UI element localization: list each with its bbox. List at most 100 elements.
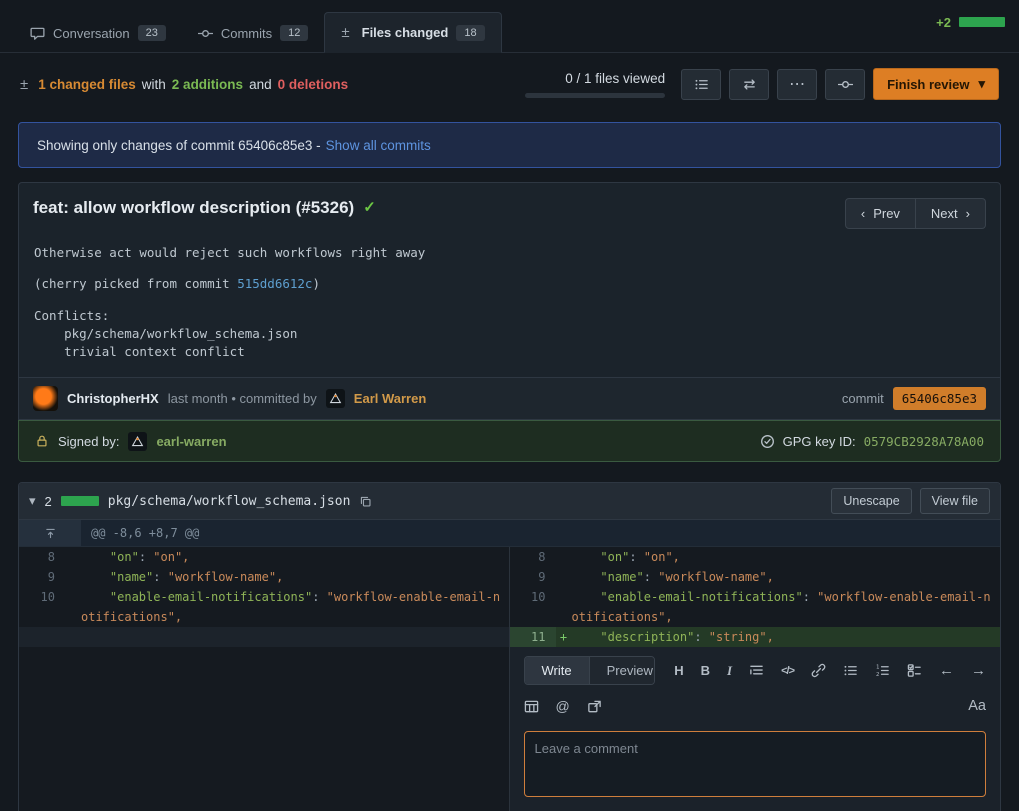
diff-icon: ± [20,76,28,93]
expand-hunk-button[interactable] [19,520,81,546]
diffstat-additions: +2 [936,15,951,30]
file-diff-header: ▾ 2 pkg/schema/workflow_schema.json Unes… [19,483,1000,520]
line-number[interactable]: 11 [510,627,556,647]
cherry-commit-link[interactable]: 515dd6612c [237,276,312,291]
file-tree-toggle-button[interactable] [681,69,721,100]
addition-marker: + [556,627,572,647]
author-avatar[interactable] [33,386,58,411]
committer-avatar[interactable] [326,389,345,408]
italic-icon[interactable]: I [727,663,732,679]
commit-panel: feat: allow workflow description (#5326)… [18,182,1001,420]
signer-avatar[interactable] [128,432,147,451]
author-name[interactable]: ChristopherHX [67,391,159,406]
conflict-note: trivial context conflict [34,344,985,360]
diff-row: 9 "name": "workflow-name", 9 "name": "wo… [19,567,1000,587]
line-number[interactable]: 9 [19,567,65,587]
check-circle-icon [760,434,775,449]
commit-message-body: Otherwise act would reject such workflow… [19,229,1000,362]
conflict-file: pkg/schema/workflow_schema.json [34,326,985,342]
finish-review-button[interactable]: Finish review ▾ [873,68,999,100]
diff-left-filler [19,647,510,811]
comment-input[interactable] [524,731,987,797]
commit-status-check-icon[interactable]: ✓ [363,198,376,216]
commit-filter-banner: Showing only changes of commit 65406c85e… [18,122,1001,168]
ellipsis-icon: ⋯ [789,74,805,94]
tab-preview[interactable]: Preview [589,657,656,684]
list-unordered-icon[interactable] [843,663,858,678]
gpg-key-value: 0579CB2928A78A00 [864,434,984,449]
finish-review-label: Finish review [887,77,969,92]
bold-icon[interactable]: B [701,663,710,678]
code-line: "description": "string", [572,627,1001,647]
inline-comment-editor: Write Preview H B I </> [510,647,1001,811]
code-line: "on": "on", [572,547,1001,567]
diff-row: 10 "enable-email-notifications": "workfl… [19,587,1000,627]
list-task-icon[interactable] [907,663,922,678]
conflicts-header: Conflicts: [34,308,985,324]
quote-icon[interactable] [749,663,764,678]
line-number[interactable]: 9 [510,567,556,587]
tab-files-changed[interactable]: ± Files changed 18 [324,12,501,53]
heading-icon[interactable]: H [674,663,683,678]
prev-commit-button[interactable]: ‹ Prev [845,198,916,229]
chevron-left-icon: ‹ [861,206,865,221]
copy-path-icon[interactable] [359,495,372,508]
collapse-chevron-icon[interactable]: ▾ [29,493,36,509]
tab-label: Commits [221,26,272,41]
view-file-button[interactable]: View file [920,488,990,514]
diff-row-addition: 11 + "description": "string", [19,627,1000,647]
empty-line-filler [19,627,510,647]
commits-button[interactable] [825,69,865,100]
unescape-button[interactable]: Unescape [831,488,911,514]
signed-by-label: Signed by: [58,434,119,449]
line-number[interactable]: 8 [510,547,556,567]
additions-text: 2 additions [172,77,243,92]
diff-icon: ± [341,24,349,41]
arrow-left-icon[interactable]: ← [939,662,954,679]
tab-count-badge: 23 [138,25,166,41]
committer-name[interactable]: Earl Warren [354,391,427,406]
code-line: "name": "workflow-name", [572,567,1001,587]
signature-bar: Signed by: earl-warren GPG key ID: 0579C… [18,420,1001,462]
signer-name[interactable]: earl-warren [156,434,226,449]
tab-write[interactable]: Write [525,657,589,684]
list-ordered-icon[interactable]: 12 [875,663,890,678]
table-icon[interactable] [524,699,539,714]
changes-summary-row: ± 1 changed files with 2 additions and 0… [0,53,1019,115]
hunk-header-row: @@ -8,6 +8,7 @@ [19,520,1000,547]
show-all-commits-link[interactable]: Show all commits [326,138,431,153]
line-number[interactable]: 10 [510,587,556,627]
link-icon[interactable] [811,663,826,678]
plain-text-toggle[interactable]: Aa [968,698,986,714]
code-line: "on": "on", [81,547,509,567]
tab-commits[interactable]: Commits 12 [182,14,325,52]
arrow-right-icon[interactable]: → [971,662,986,679]
caret-down-icon: ▾ [978,76,985,92]
banner-text: Showing only changes of commit 65406c85e… [37,138,321,153]
line-number[interactable]: 8 [19,547,65,567]
next-commit-button[interactable]: Next › [916,198,986,229]
tab-conversation[interactable]: Conversation 23 [14,14,182,52]
whitespace-swap-button[interactable] [729,69,769,100]
svg-text:1: 1 [876,665,879,671]
file-change-count: 2 [45,494,52,509]
svg-text:2: 2 [876,672,879,678]
files-viewed-progress [525,93,665,98]
reference-icon[interactable] [587,699,602,714]
commit-label: commit [842,391,884,406]
gpg-key-label: GPG key ID: [783,434,856,449]
commit-hash-badge[interactable]: 65406c85e3 [893,387,986,410]
diff-options-button[interactable]: ⋯ [777,69,817,100]
commit-author-row: ChristopherHX last month • committed by … [19,377,1000,419]
tab-count-badge: 12 [280,25,308,41]
code-icon[interactable]: </> [781,665,794,677]
changed-files-text: 1 changed files [38,77,136,92]
next-label: Next [931,206,958,221]
mention-icon[interactable]: @ [556,698,570,714]
line-number[interactable]: 10 [19,587,65,627]
and-text: and [249,77,272,92]
code-line: "name": "workflow-name", [81,567,509,587]
changes-summary: ± 1 changed files with 2 additions and 0… [20,76,348,93]
commit-icon [198,26,213,41]
file-name[interactable]: pkg/schema/workflow_schema.json [108,494,351,509]
